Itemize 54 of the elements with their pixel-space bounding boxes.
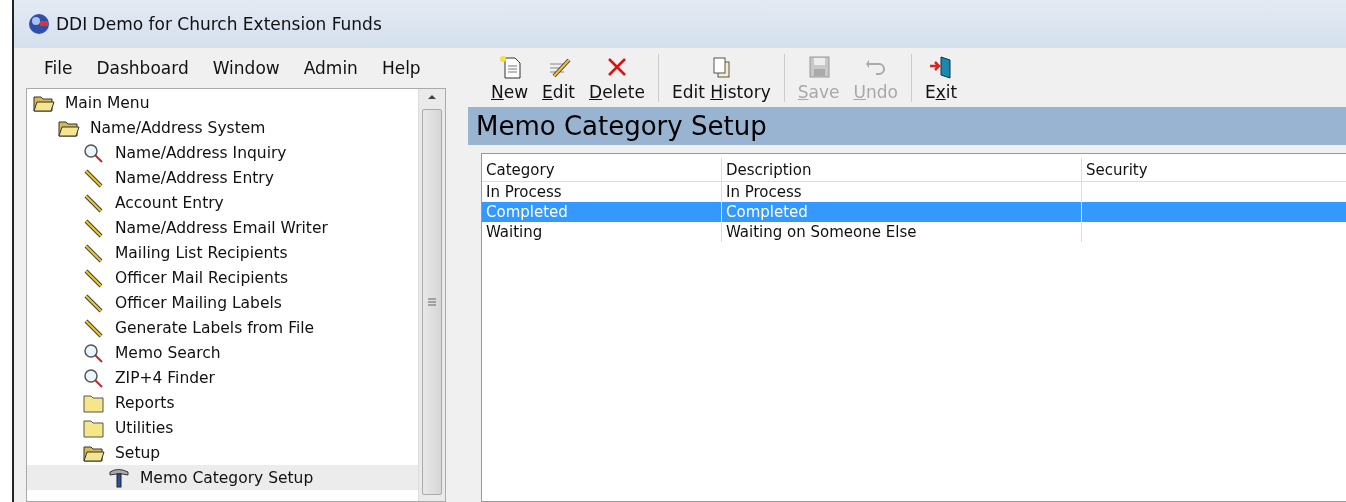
- tree-item[interactable]: Name/Address Entry: [27, 165, 418, 190]
- table-row[interactable]: Waiting Waiting on Someone Else: [482, 222, 1346, 242]
- tree-item[interactable]: Utilities: [27, 415, 418, 440]
- tree-item[interactable]: Name/Address System: [27, 115, 418, 140]
- toolbar-button[interactable]: New: [486, 53, 534, 102]
- tree-item[interactable]: Officer Mail Recipients: [27, 265, 418, 290]
- tree-item[interactable]: Mailing List Recipients: [27, 240, 418, 265]
- menu-item[interactable]: Admin: [291, 58, 370, 78]
- toolbar-button[interactable]: Exit: [919, 53, 963, 102]
- tree-item[interactable]: Generate Labels from File: [27, 315, 418, 340]
- scroll-thumb[interactable]: [422, 109, 442, 495]
- tree-item[interactable]: ZIP+4 Finder: [27, 365, 418, 390]
- search-icon: [83, 342, 105, 363]
- tree-item[interactable]: Account Entry: [27, 190, 418, 215]
- pencil-icon: [83, 267, 105, 288]
- pencil-icon: [83, 242, 105, 263]
- toolbar-button[interactable]: Edit History: [666, 53, 776, 102]
- column-header[interactable]: Category: [482, 158, 722, 181]
- tree-item[interactable]: Memo Search: [27, 340, 418, 365]
- hammer-icon: [108, 467, 130, 488]
- search-icon: [83, 142, 105, 163]
- pencil-icon: [83, 292, 105, 313]
- toolbar-button[interactable]: Edit: [537, 53, 581, 102]
- tree-item[interactable]: Setup: [27, 440, 418, 465]
- menu-item[interactable]: Help: [369, 58, 433, 78]
- menu-item[interactable]: Window: [200, 58, 292, 78]
- table-cell: Waiting on Someone Else: [722, 222, 1082, 242]
- grip-icon: [427, 297, 437, 307]
- table-cell: Waiting: [482, 222, 722, 242]
- folder-icon: [83, 392, 105, 413]
- toolbar-button[interactable]: Delete: [584, 53, 650, 102]
- pencil-icon: [83, 217, 105, 238]
- page-heading: Memo Category Setup: [468, 107, 1346, 145]
- tree-item[interactable]: Main Menu: [27, 90, 418, 115]
- table-cell: Completed: [482, 202, 722, 222]
- column-header[interactable]: Security: [1082, 158, 1346, 181]
- tree-item[interactable]: Reports: [27, 390, 418, 415]
- window-title: DDI Demo for Church Extension Funds: [56, 14, 382, 34]
- tree-item[interactable]: Officer Mailing Labels: [27, 290, 418, 315]
- globe-icon: [28, 13, 50, 35]
- search-icon: [83, 367, 105, 388]
- menu-item[interactable]: File: [32, 58, 85, 78]
- tree-item[interactable]: Name/Address Email Writer: [27, 215, 418, 240]
- pencil-icon: [83, 317, 105, 338]
- tree-item[interactable]: Name/Address Inquiry: [27, 140, 418, 165]
- tree-item[interactable]: Memo Category Setup: [27, 465, 418, 490]
- pencil-icon: [83, 167, 105, 188]
- scrollbar[interactable]: [418, 89, 445, 501]
- pencil-icon: [83, 192, 105, 213]
- table-cell: Completed: [722, 202, 1082, 222]
- column-header[interactable]: Description: [722, 158, 1082, 181]
- menu-item[interactable]: Dashboard: [84, 58, 201, 78]
- exit-door-icon: [927, 53, 954, 80]
- folder-icon: [83, 417, 105, 438]
